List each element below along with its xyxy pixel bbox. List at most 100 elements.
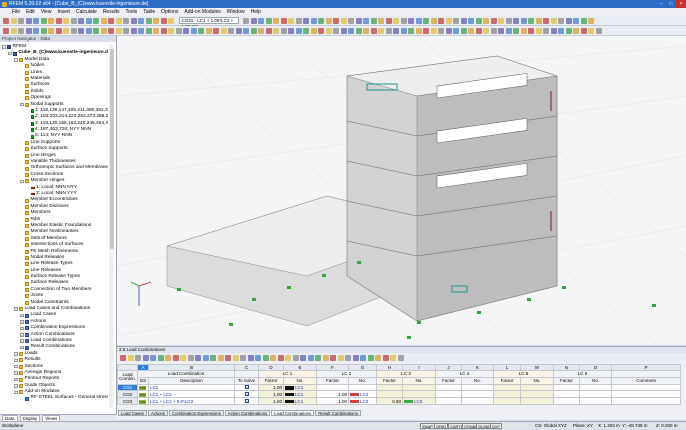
toolbar-button-icon[interactable]	[453, 28, 459, 34]
toolbar-button-icon[interactable]	[288, 18, 294, 24]
menu-edit[interactable]: Edit	[26, 9, 35, 15]
lc-no-cell[interactable]	[521, 384, 554, 391]
toolbar-button-icon[interactable]	[398, 355, 404, 361]
toolbar-button-icon[interactable]	[383, 355, 389, 361]
factor-cell[interactable]: 1.00	[317, 398, 349, 405]
lc-no-cell[interactable]: LC1	[284, 398, 317, 405]
toolbar-button-icon[interactable]	[573, 18, 579, 24]
expand-toggle-icon[interactable]: +	[20, 180, 24, 184]
toolbar-button-icon[interactable]	[326, 18, 332, 24]
toolbar-button-icon[interactable]	[573, 28, 579, 34]
toolbar-button-icon[interactable]	[266, 18, 272, 24]
toolbar-button-icon[interactable]	[116, 18, 122, 24]
toolbar-button-icon[interactable]	[168, 28, 174, 34]
toolbar-button-icon[interactable]	[506, 18, 512, 24]
description-cell[interactable]: LC1	[149, 384, 235, 391]
toolbar-button-icon[interactable]	[168, 18, 174, 24]
toolbar-button-icon[interactable]	[431, 28, 437, 34]
toolbar-button-icon[interactable]	[311, 18, 317, 24]
toolbar-button-icon[interactable]	[330, 355, 336, 361]
toolbar-button-icon[interactable]	[63, 18, 69, 24]
lc-no-cell[interactable]	[349, 384, 377, 391]
toolbar-button-icon[interactable]	[188, 355, 194, 361]
toolbar-button-icon[interactable]	[86, 18, 92, 24]
description-cell[interactable]: LC1 + LC2	[149, 391, 235, 398]
toolbar-button-icon[interactable]	[71, 28, 77, 34]
toolbar-button-icon[interactable]	[356, 18, 362, 24]
toolbar-button-icon[interactable]	[498, 18, 504, 24]
to-solve-cell[interactable]: ✓	[235, 384, 259, 391]
toolbar-button-icon[interactable]	[308, 355, 314, 361]
toolbar-button-icon[interactable]	[41, 18, 47, 24]
expand-toggle-icon[interactable]: −	[2, 45, 6, 49]
toolbar-button-icon[interactable]	[363, 28, 369, 34]
toolbar-button-icon[interactable]	[363, 18, 369, 24]
toolbar-button-icon[interactable]	[33, 18, 39, 24]
toolbar-button-icon[interactable]	[581, 28, 587, 34]
toolbar-button-icon[interactable]	[150, 355, 156, 361]
toolbar-button-icon[interactable]	[153, 28, 159, 34]
menu-table[interactable]: Table	[143, 9, 155, 15]
toolbar-button-icon[interactable]	[506, 28, 512, 34]
toolbar-button-icon[interactable]	[356, 28, 362, 34]
menu-help[interactable]: Help	[251, 9, 261, 15]
toolbar-button-icon[interactable]	[386, 28, 392, 34]
lc-no-cell[interactable]: LC1	[284, 391, 317, 398]
factor-cell[interactable]	[494, 384, 521, 391]
toolbar-button-icon[interactable]	[513, 18, 519, 24]
toolbar-button-icon[interactable]	[281, 18, 287, 24]
factor-cell[interactable]	[554, 398, 580, 405]
expand-toggle-icon[interactable]: −	[14, 352, 18, 356]
toolbar-button-icon[interactable]	[551, 28, 557, 34]
toolbar-button-icon[interactable]	[78, 28, 84, 34]
toolbar-button-icon[interactable]	[303, 18, 309, 24]
toolbar-button-icon[interactable]	[273, 18, 279, 24]
expand-toggle-icon[interactable]: −	[14, 359, 18, 363]
row-id[interactable]: CO2	[118, 391, 138, 398]
toolbar-button-icon[interactable]	[180, 355, 186, 361]
toolbar-button-icon[interactable]	[588, 28, 594, 34]
toolbar-button-icon[interactable]	[528, 28, 534, 34]
menu-insert[interactable]: Insert	[57, 9, 70, 15]
maximize-button[interactable]: □	[666, 0, 676, 8]
toolbar-button-icon[interactable]	[341, 18, 347, 24]
toolbar-button-icon[interactable]	[498, 28, 504, 34]
toolbar-button-icon[interactable]	[173, 355, 179, 361]
tab-result-combinations[interactable]: Result Combinations	[315, 410, 361, 416]
toolbar-button-icon[interactable]	[63, 28, 69, 34]
lc-no-cell[interactable]	[462, 398, 494, 405]
toolbar-button-icon[interactable]	[56, 28, 62, 34]
toolbar-button-icon[interactable]	[323, 355, 329, 361]
toolbar-button-icon[interactable]	[386, 18, 392, 24]
toolbar-button-icon[interactable]	[26, 18, 32, 24]
menu-tools[interactable]: Tools	[126, 9, 138, 15]
toolbar-button-icon[interactable]	[161, 28, 167, 34]
toolbar-button-icon[interactable]	[461, 18, 467, 24]
lc-no-cell[interactable]: LC3	[403, 398, 436, 405]
toolbar-button-icon[interactable]	[183, 28, 189, 34]
toolbar-button-icon[interactable]	[128, 355, 134, 361]
toolbar-button-icon[interactable]	[468, 18, 474, 24]
toolbar-button-icon[interactable]	[240, 355, 246, 361]
lc-no-cell[interactable]: LC1	[284, 384, 317, 391]
toolbar-button-icon[interactable]	[263, 355, 269, 361]
toolbar-button-icon[interactable]	[566, 28, 572, 34]
toolbar-button-icon[interactable]	[146, 18, 152, 24]
toolbar-button-icon[interactable]	[543, 18, 549, 24]
toolbar-button-icon[interactable]	[581, 18, 587, 24]
toolbar-button-icon[interactable]	[453, 18, 459, 24]
toolbar-button-icon[interactable]	[123, 18, 129, 24]
menu-calculate[interactable]: Calculate	[76, 9, 97, 15]
toolbar-button-icon[interactable]	[596, 28, 602, 34]
toolbar-button-icon[interactable]	[558, 18, 564, 24]
menu-results[interactable]: Results	[103, 9, 120, 15]
to-solve-cell[interactable]: ✓	[235, 398, 259, 405]
tab-actions[interactable]: Actions	[148, 410, 168, 416]
toolbar-button-icon[interactable]	[318, 18, 324, 24]
toolbar-button-icon[interactable]	[251, 18, 257, 24]
tab-combination-expressions[interactable]: Combination Expressions	[169, 410, 224, 416]
toolbar-button-icon[interactable]	[11, 18, 17, 24]
toolbar-button-icon[interactable]	[266, 28, 272, 34]
toolbar-button-icon[interactable]	[56, 18, 62, 24]
factor-cell[interactable]	[317, 384, 349, 391]
